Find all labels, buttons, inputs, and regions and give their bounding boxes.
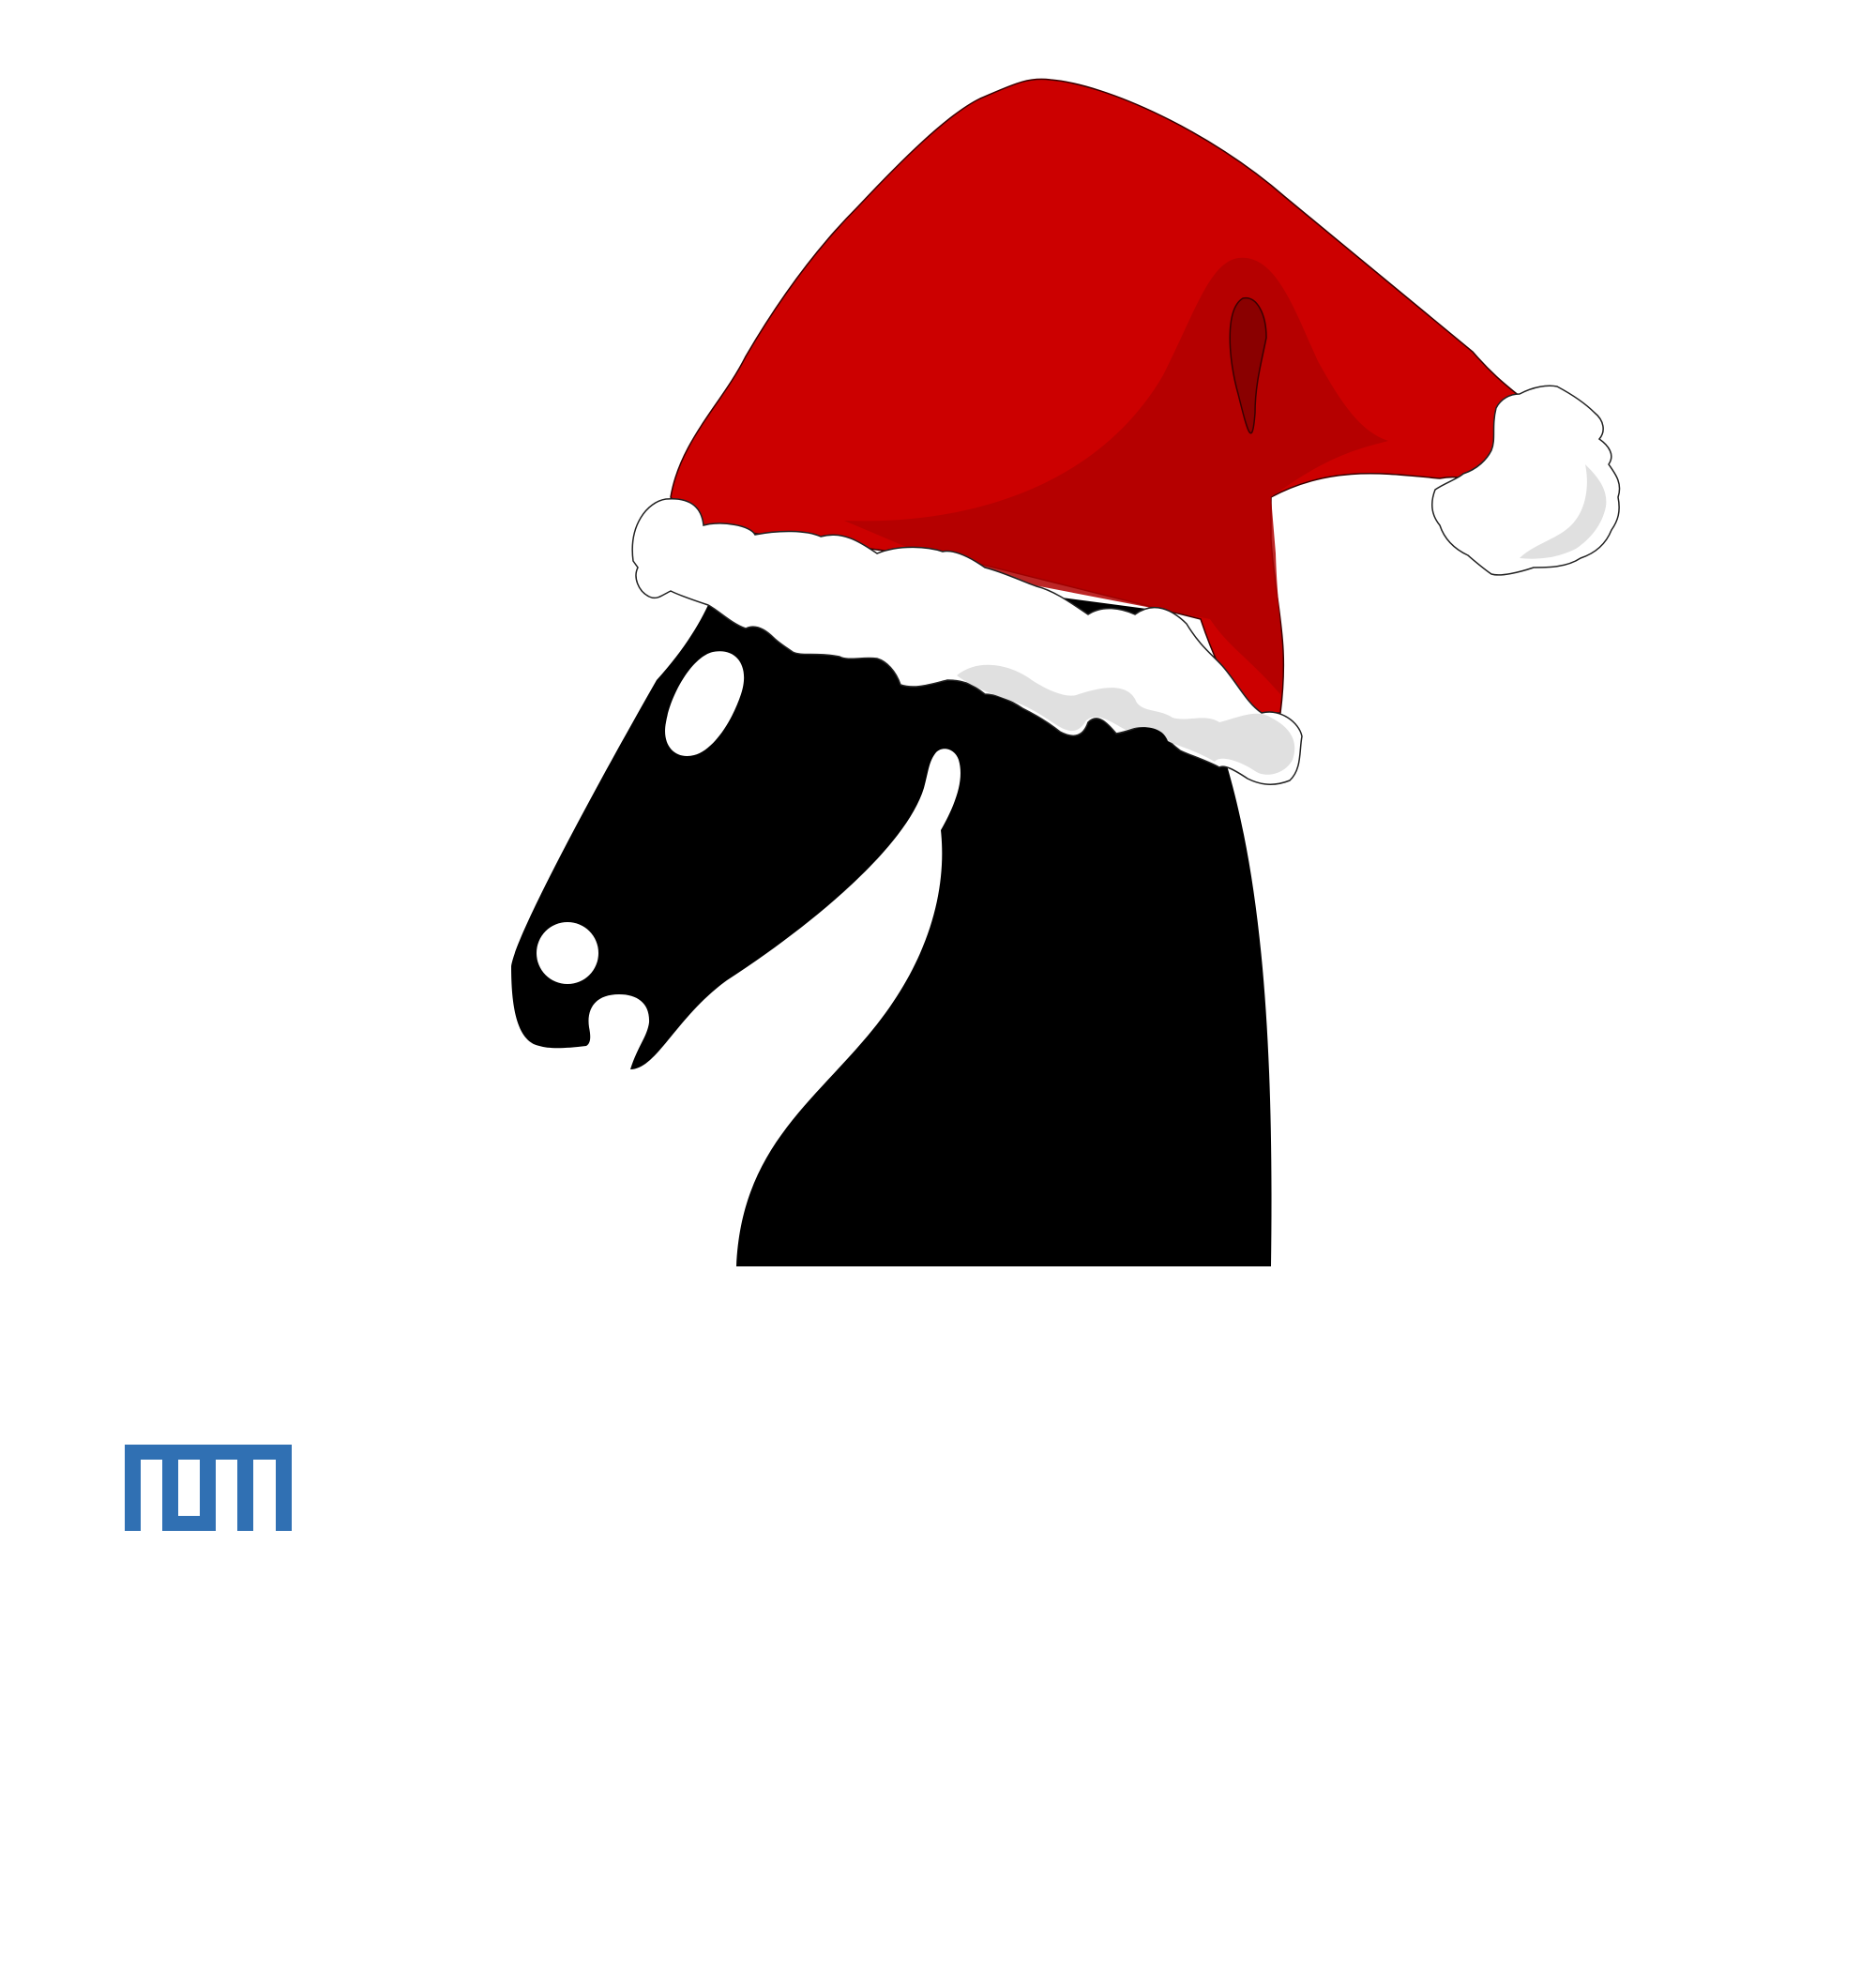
tum-logo-shape	[125, 1445, 292, 1531]
chess-knight-icon	[488, 66, 1642, 1276]
knight-nostril	[537, 922, 598, 984]
tum-logo-icon	[125, 1445, 292, 1531]
